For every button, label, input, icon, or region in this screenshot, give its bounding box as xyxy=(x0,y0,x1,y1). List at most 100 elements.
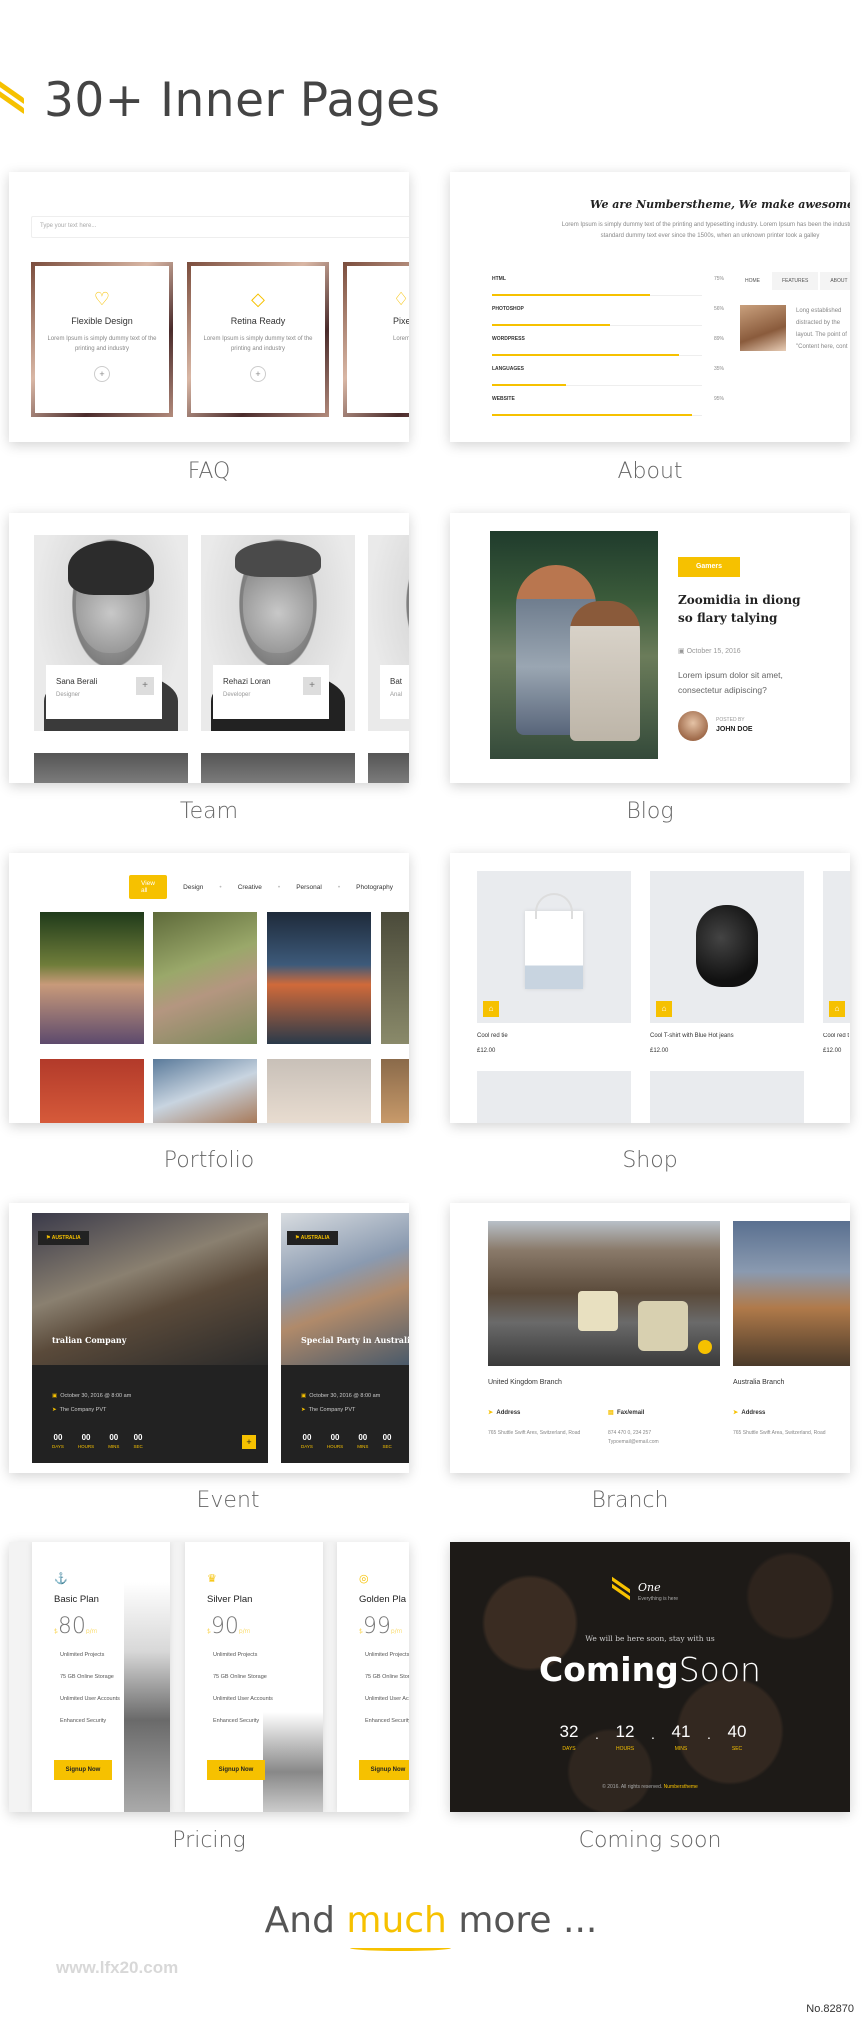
stripes-logo-icon xyxy=(612,1576,632,1601)
branch-image xyxy=(733,1221,850,1366)
product-image[interactable] xyxy=(650,1071,804,1123)
filter-personal[interactable]: Personal xyxy=(296,884,322,891)
skill-fill xyxy=(492,354,679,356)
signup-button[interactable]: Signup Now xyxy=(207,1760,265,1780)
portfolio-image[interactable] xyxy=(381,912,409,1044)
product-image[interactable]: ⌂ xyxy=(477,871,631,1023)
skill-website: WEBSITE 95% xyxy=(492,396,724,420)
branch-name[interactable]: United Kingdom Branch xyxy=(488,1379,562,1386)
team-preview[interactable]: Sana Berali Designer + Rehazi Loran Develop… xyxy=(9,513,409,783)
plus-icon[interactable]: + xyxy=(242,1435,256,1449)
label-pricing: Pricing xyxy=(172,1828,246,1853)
portfolio-image[interactable] xyxy=(40,912,144,1044)
filter-design[interactable]: Design xyxy=(183,884,203,891)
tab-about[interactable]: ABOUT xyxy=(820,272,850,290)
diamond-icon: ◇ xyxy=(251,289,265,309)
portfolio-image[interactable] xyxy=(40,1059,144,1123)
product-name[interactable]: Cool T-shirt with Blue Hot jeans xyxy=(650,1033,734,1039)
calendar-icon: ▣ xyxy=(678,648,685,655)
plan-price: $80p/m xyxy=(54,1614,98,1639)
tab-features[interactable]: FEATURES xyxy=(772,272,819,290)
plan-feature: Enhanced Security xyxy=(213,1718,260,1724)
portfolio-image[interactable] xyxy=(153,912,257,1044)
portfolio-image[interactable] xyxy=(267,1059,371,1123)
plus-icon[interactable]: + xyxy=(250,366,266,382)
plan-feature: 75 GB Online Storage xyxy=(365,1674,409,1680)
plus-icon[interactable]: + xyxy=(94,366,110,382)
icon: ♢ xyxy=(393,289,409,309)
plan-feature: Unlimited User Accounts xyxy=(60,1696,120,1702)
label-faq: FAQ xyxy=(187,459,231,484)
label-about: About xyxy=(617,459,683,484)
stripes-logo-icon xyxy=(0,79,30,115)
blog-tag[interactable]: Gamers xyxy=(678,557,740,577)
blog-title[interactable]: Zoomidia in diong so flary talying xyxy=(678,591,818,627)
product-image[interactable]: ⌂ xyxy=(823,871,850,1023)
shop-preview[interactable]: ⌂ ⌂ ⌂ Cool red tie £12.00 Cool T-shirt w… xyxy=(450,853,850,1123)
event-title[interactable]: tralian Company xyxy=(52,1335,126,1345)
faq-search-input[interactable]: Type your text here... xyxy=(31,216,409,238)
portfolio-preview[interactable]: View all Design • Creative • Personal • Pho… xyxy=(9,853,409,1123)
about-side-text: Long established distracted by the layou… xyxy=(796,308,848,350)
crown-icon: ♛ xyxy=(207,1573,217,1585)
faq-preview[interactable]: Type your text here... ♡ Flexible Design… xyxy=(9,172,409,442)
plan-feature: 75 GB Online Storage xyxy=(213,1674,267,1680)
about-desc: Lorem Ipsum is simply dummy text of the … xyxy=(561,222,850,239)
coming-soon-preview[interactable]: One Everything is here We will be here so… xyxy=(450,1542,850,1812)
plus-icon[interactable]: + xyxy=(303,677,321,695)
team-photo xyxy=(368,753,409,783)
plan-card: ⚓ Basic Plan $80p/m Unlimited Projects 7… xyxy=(32,1542,170,1812)
branch-name[interactable]: Australia Branch xyxy=(733,1379,784,1386)
location-icon: ➤ xyxy=(301,1407,306,1413)
signup-button[interactable]: Signup Now xyxy=(359,1760,409,1780)
plus-icon[interactable]: + xyxy=(136,677,154,695)
pricing-preview[interactable]: ⚓ Basic Plan $80p/m Unlimited Projects 7… xyxy=(9,1542,409,1812)
event-card[interactable]: ⚑ AUSTRALIA Special Party in Australia ▣… xyxy=(281,1213,409,1463)
blog-preview[interactable]: Gamers Zoomidia in diong so flary talyin… xyxy=(450,513,850,783)
about-preview[interactable]: We are Numberstheme, We make awesome tem… xyxy=(450,172,850,442)
label-shop: Shop xyxy=(622,1148,678,1173)
coming-footer: © 2016. All rights reserved. Numbersthem… xyxy=(602,1784,698,1790)
branch-preview[interactable]: United Kingdom Branch Australia Branch ➤… xyxy=(450,1203,850,1473)
tab-home[interactable]: HOME xyxy=(735,272,770,290)
portfolio-image[interactable] xyxy=(267,912,371,1044)
watermark: www.lfx20.com xyxy=(56,1958,179,1977)
cart-icon[interactable]: ⌂ xyxy=(656,1001,672,1017)
blog-author[interactable]: JOHN DOE xyxy=(716,726,753,733)
filter-view-all[interactable]: View all xyxy=(129,875,168,899)
label-branch: Branch xyxy=(591,1488,669,1513)
product-image[interactable] xyxy=(477,1071,631,1123)
avatar xyxy=(678,711,708,741)
portfolio-image[interactable] xyxy=(381,1059,409,1123)
section-header: 30+ Inner Pages xyxy=(0,70,441,130)
team-card: Rehazi Loran Developer + xyxy=(213,665,329,719)
section-title: 30+ Inner Pages xyxy=(44,72,441,128)
filter-creative[interactable]: Creative xyxy=(238,884,262,891)
event-date: ▣ October 30, 2016 @ 8:00 am xyxy=(301,1393,381,1399)
event-card[interactable]: ⚑ AUSTRALIA tralian Company ▣ October 30… xyxy=(32,1213,268,1463)
cart-icon[interactable]: ⌂ xyxy=(829,1001,845,1017)
plan-price: $99p/m xyxy=(359,1614,403,1639)
coming-countdown: 32 DAYS. 12 HOURS. 41 MINS. 40 SEC xyxy=(559,1722,747,1752)
branch-address: 765 Shuttle Swift Area, Switzerland, Roa… xyxy=(733,1430,826,1436)
product-name[interactable]: Cool red t xyxy=(823,1033,850,1039)
faq-box-pixel: ♢ Pixel Lorem ipsum xyxy=(343,262,409,417)
product-image[interactable]: ⌂ xyxy=(650,871,804,1023)
event-preview[interactable]: ⚑ AUSTRALIA tralian Company ▣ October 30… xyxy=(9,1203,409,1473)
about-thumbnail xyxy=(740,305,786,351)
signup-button[interactable]: Signup Now xyxy=(54,1760,112,1780)
filter-photography[interactable]: Photography xyxy=(356,884,393,891)
cart-icon[interactable]: ⌂ xyxy=(483,1001,499,1017)
calendar-icon: ▣ xyxy=(301,1393,307,1399)
badge-icon: ◎ xyxy=(359,1573,369,1585)
event-title[interactable]: Special Party in Australia xyxy=(301,1335,409,1345)
coming-title: ComingSoon xyxy=(539,1650,761,1689)
product-name[interactable]: Cool red tie xyxy=(477,1033,508,1039)
address-heading: ➤ Address xyxy=(488,1410,521,1416)
portfolio-image[interactable] xyxy=(153,1059,257,1123)
faq-box-title: Pixel xyxy=(393,316,409,326)
plan-feature: Enhanced Security xyxy=(60,1718,107,1724)
coming-logo: One Everything is here xyxy=(612,1576,678,1602)
plan-feature: Enhanced Security xyxy=(365,1718,409,1724)
skill-fill xyxy=(492,324,610,326)
